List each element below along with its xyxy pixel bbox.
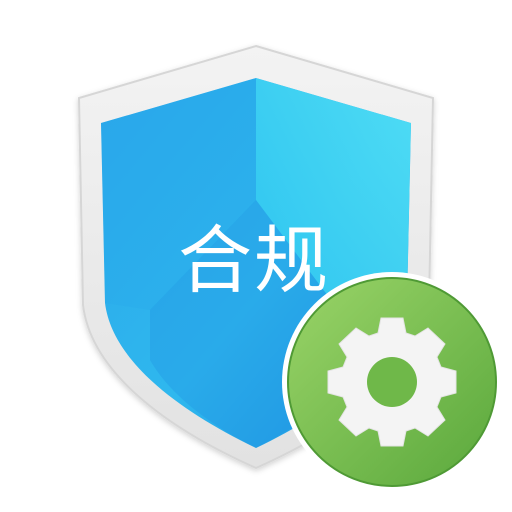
gear-icon	[327, 317, 457, 447]
app-icon: 合规	[0, 0, 512, 512]
app-icon-graphic: 合规	[77, 44, 502, 492]
settings-badge	[282, 272, 502, 492]
shield-label: 合规	[178, 218, 330, 304]
